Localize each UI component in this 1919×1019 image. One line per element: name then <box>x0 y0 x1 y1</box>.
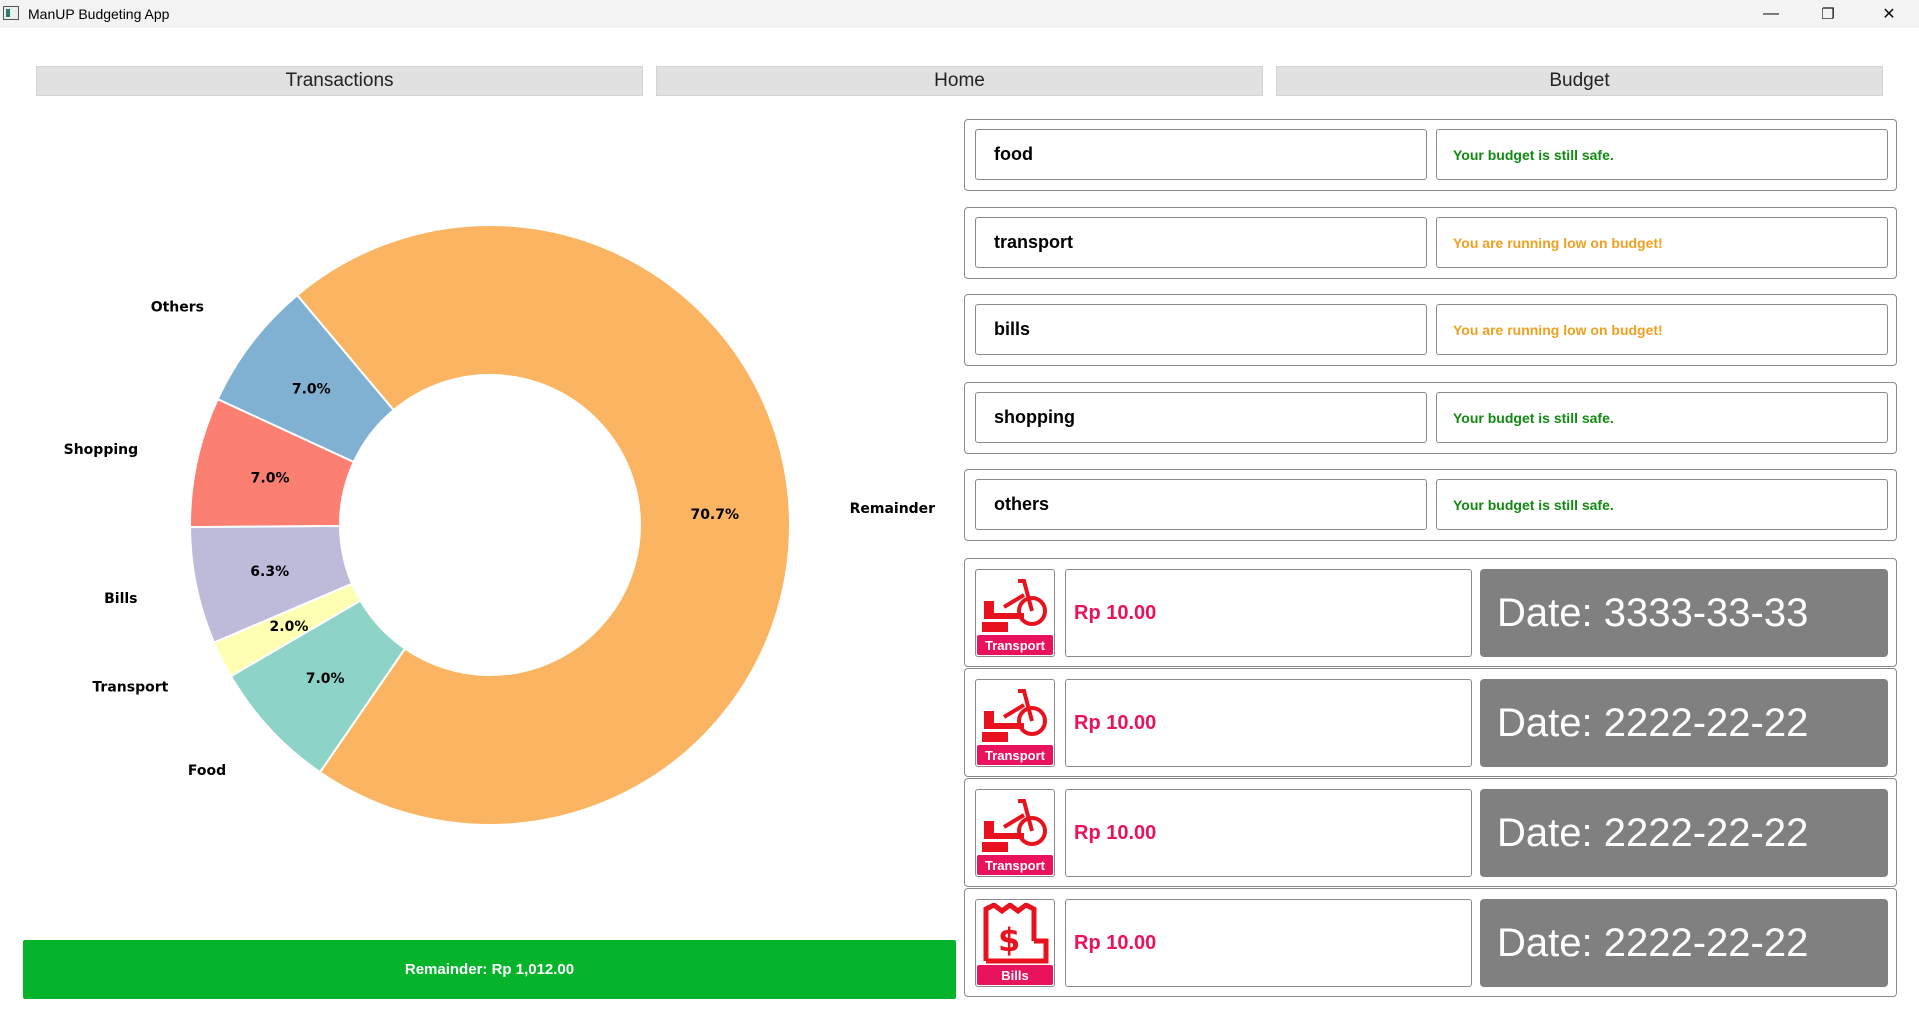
transaction-amount: Rp 10.00 <box>1065 899 1472 987</box>
transaction-category-icon-box: Transport <box>975 789 1055 877</box>
transaction-category-icon-box: $ Bills <box>975 899 1055 987</box>
transactions-tab-button[interactable]: Transactions <box>36 66 643 96</box>
budget-category-name: shopping <box>975 392 1427 443</box>
budget-category-name: transport <box>975 217 1427 268</box>
transaction-category-label: Transport <box>977 855 1053 875</box>
transaction-category-label: Transport <box>977 745 1053 765</box>
maximize-button[interactable]: ❐ <box>1805 0 1851 28</box>
transaction-date: Date: 2222-22-22 <box>1480 899 1888 987</box>
scooter-icon <box>982 689 1047 742</box>
transaction-amount: Rp 10.00 <box>1065 789 1472 877</box>
budget-row: food Your budget is still safe. <box>964 119 1897 191</box>
budget-row: others Your budget is still safe. <box>964 469 1897 541</box>
transaction-date: Date: 3333-33-33 <box>1480 569 1888 657</box>
transaction-row[interactable]: Transport Rp 10.00 Date: 2222-22-22 <box>964 778 1897 887</box>
expense-donut-chart: 70.7% Remainder 7.0% Others 7.0% Shopping 6.3%… <box>64 224 936 826</box>
title-bar: ManUP Budgeting App — ❐ ✕ <box>0 0 1919 28</box>
budget-status-message: Your budget is still safe. <box>1436 479 1888 530</box>
transaction-category-icon-box: Transport <box>975 679 1055 767</box>
transaction-row[interactable]: Transport Rp 10.00 Date: 3333-33-33 <box>964 558 1897 667</box>
transaction-category-label: Bills <box>977 965 1053 985</box>
transaction-row[interactable]: $ Bills Rp 10.00 Date: 2222-22-22 <box>964 888 1897 997</box>
budget-status-message: Your budget is still safe. <box>1436 392 1888 443</box>
remainder-bar: Remainder: Rp 1,012.00 <box>23 940 956 999</box>
scooter-icon <box>982 579 1047 632</box>
donut-category-label: Remainder <box>850 501 936 517</box>
budget-category-name: bills <box>975 304 1427 355</box>
budget-status-message: You are running low on budget! <box>1436 304 1888 355</box>
window-title: ManUP Budgeting App <box>28 6 170 22</box>
transaction-date: Date: 2222-22-22 <box>1480 679 1888 767</box>
app-icon <box>3 6 19 20</box>
budget-row: shopping Your budget is still safe. <box>964 382 1897 454</box>
donut-category-label: Transport <box>92 680 168 696</box>
transaction-category-icon-box: Transport <box>975 569 1055 657</box>
donut-category-label: Others <box>151 299 204 315</box>
donut-category-label: Bills <box>104 591 137 607</box>
transaction-amount: Rp 10.00 <box>1065 569 1472 657</box>
budget-category-name: food <box>975 129 1427 180</box>
budget-status-message: You are running low on budget! <box>1436 217 1888 268</box>
budget-row: bills You are running low on budget! <box>964 294 1897 366</box>
transaction-date: Date: 2222-22-22 <box>1480 789 1888 877</box>
transaction-category-label: Transport <box>977 635 1053 655</box>
minimize-button[interactable]: — <box>1748 0 1794 28</box>
budget-tab-button[interactable]: Budget <box>1276 66 1883 96</box>
close-button[interactable]: ✕ <box>1866 0 1912 28</box>
budget-category-name: others <box>975 479 1427 530</box>
donut-slice-value-label: 7.0% <box>251 470 290 486</box>
budget-status-message: Your budget is still safe. <box>1436 129 1888 180</box>
transaction-amount: Rp 10.00 <box>1065 679 1472 767</box>
donut-slice-value-label: 7.0% <box>306 671 345 687</box>
donut-slice-value-label: 6.3% <box>250 564 289 580</box>
donut-category-label: Food <box>188 763 226 779</box>
donut-slice-remainder <box>295 224 791 826</box>
transaction-row[interactable]: Transport Rp 10.00 Date: 2222-22-22 <box>964 668 1897 777</box>
svg-text:$: $ <box>998 921 1020 959</box>
budget-row: transport You are running low on budget! <box>964 207 1897 279</box>
scooter-icon <box>982 799 1047 852</box>
donut-slice-value-label: 2.0% <box>270 619 309 635</box>
home-tab-button[interactable]: Home <box>656 66 1263 96</box>
donut-slice-value-label: 70.7% <box>690 507 739 523</box>
donut-slice-value-label: 7.0% <box>292 381 331 397</box>
donut-category-label: Shopping <box>64 442 139 458</box>
bill-receipt-icon: $ <box>983 903 1049 964</box>
